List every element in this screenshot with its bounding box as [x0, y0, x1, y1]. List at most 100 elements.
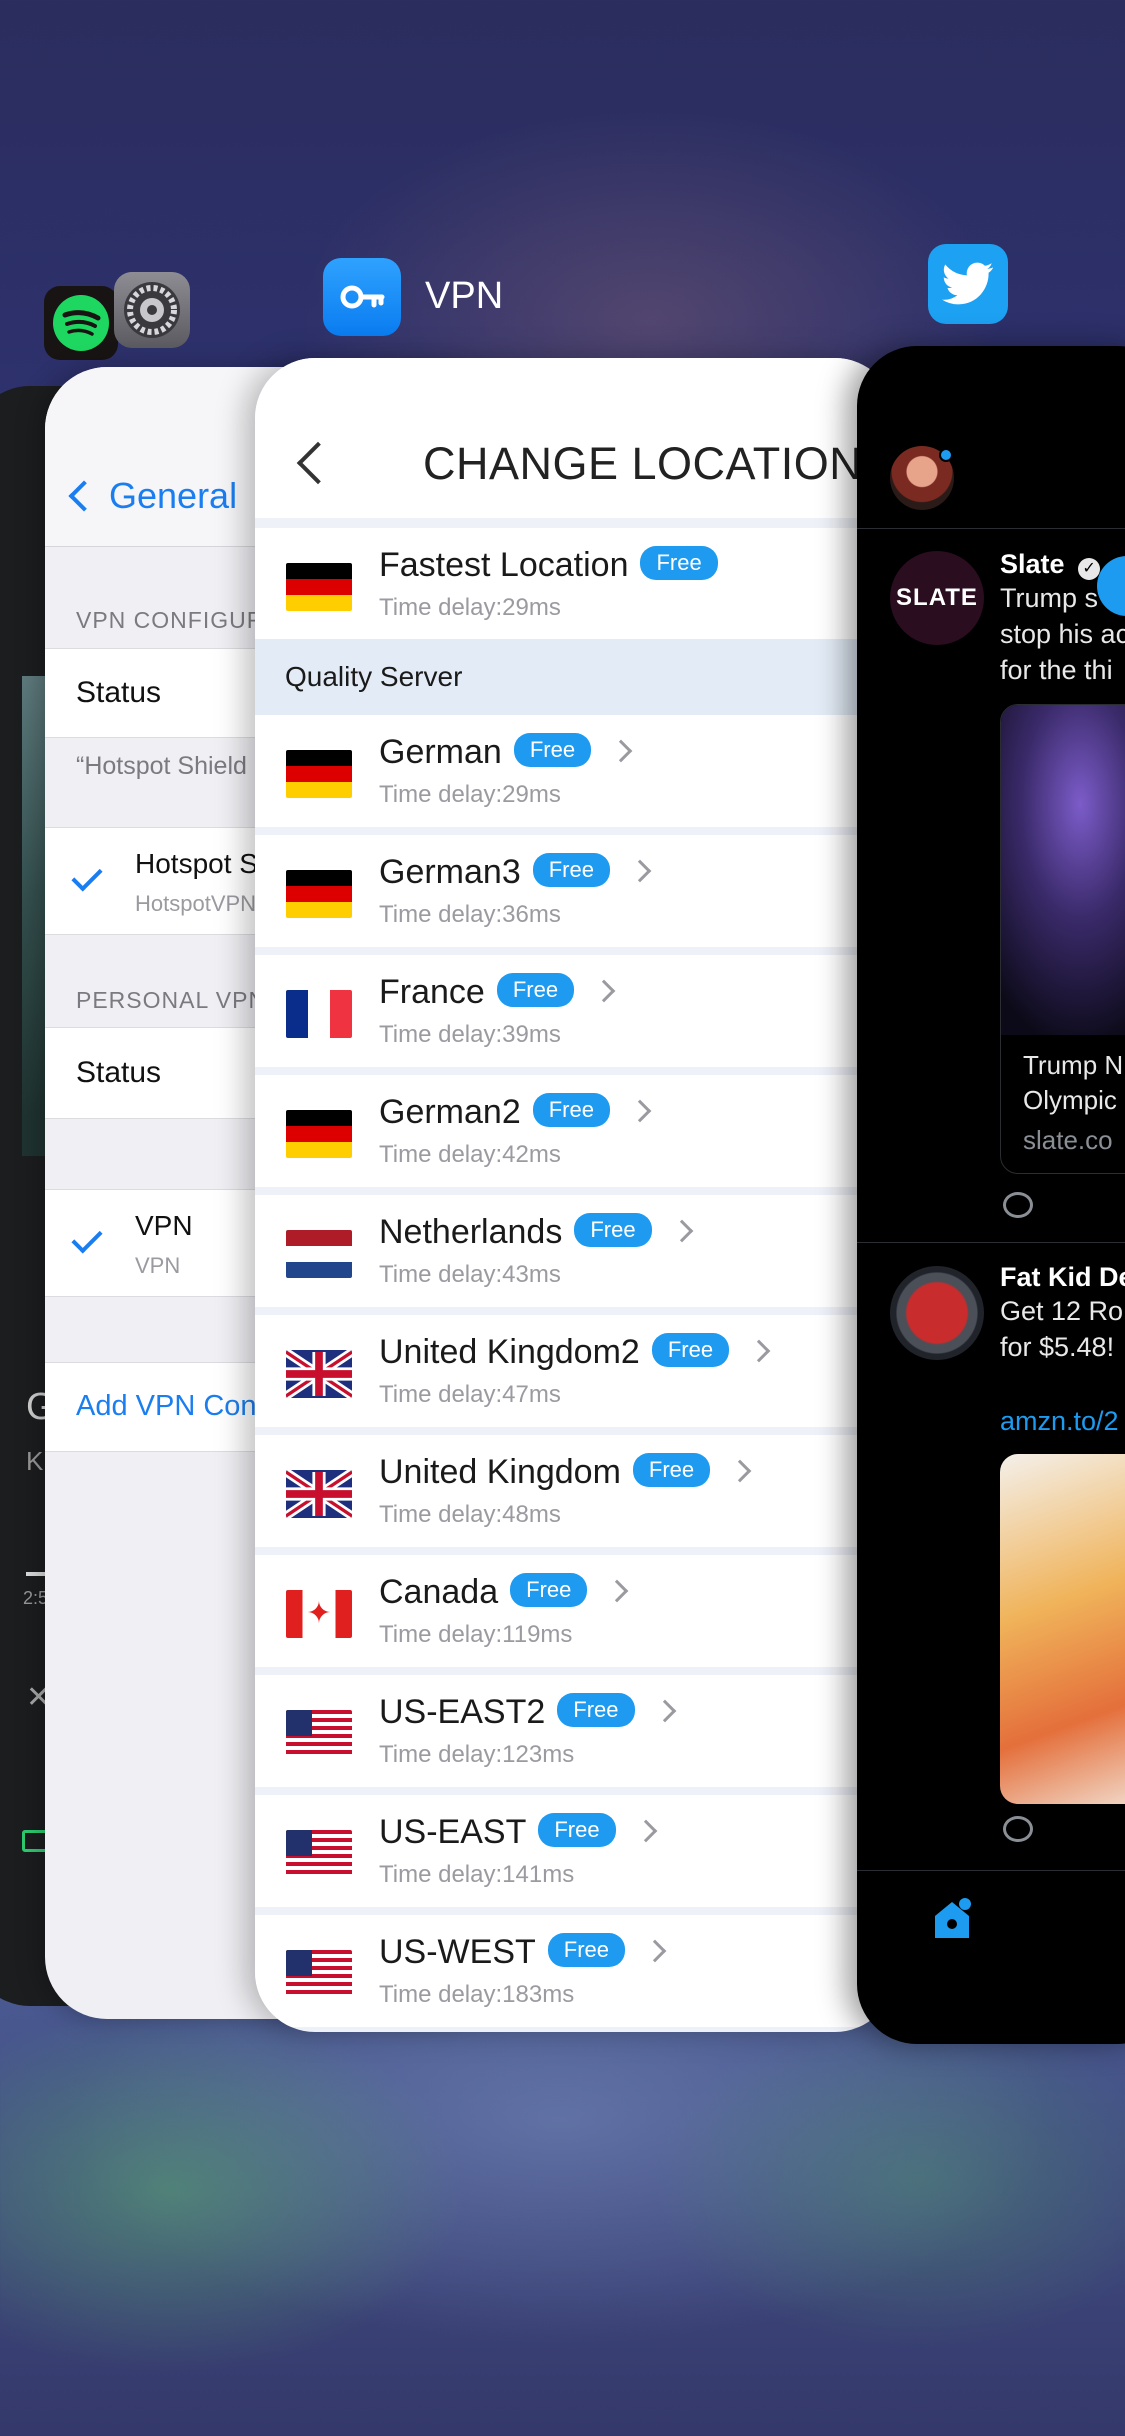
location-row[interactable]: German2 Free Time delay:42ms	[255, 1075, 895, 1187]
back-chevron-icon[interactable]	[296, 441, 340, 485]
free-badge: Free	[532, 853, 610, 888]
flag-ca-icon: ✦	[286, 1590, 352, 1638]
location-name-text: United Kingdom2	[379, 1333, 640, 1371]
location-row[interactable]: France Free Time delay:39ms	[255, 955, 895, 1067]
home-icon	[935, 1898, 971, 1938]
tweet-divider	[857, 1242, 1125, 1243]
flag-us-icon	[286, 1950, 352, 1998]
vpn-app-card[interactable]: CHANGE LOCATION Fastest Location Free Tim…	[255, 358, 895, 2032]
twitter-app-card[interactable]: SLATE Slate ✓ Trump s stop his ac for th…	[857, 346, 1125, 2044]
free-badge: Free	[510, 1573, 588, 1608]
add-vpn-configuration-link[interactable]: Add VPN Con	[76, 1390, 257, 1423]
vpn-configurations-header: VPN CONFIGUR	[76, 607, 265, 633]
tweet-text-line: Trump s	[1000, 583, 1099, 613]
location-name-text: US-EAST2	[379, 1693, 546, 1731]
product-image[interactable]	[1000, 1454, 1125, 1804]
link-preview-title: Olympic	[1023, 1085, 1117, 1115]
tweet-text-line: for $5.48!	[1000, 1332, 1115, 1362]
location-name: US-WEST Free	[379, 1933, 667, 1972]
free-badge: Free	[538, 1813, 616, 1848]
back-to-general-button[interactable]: General	[63, 475, 237, 517]
flag-gb-icon	[286, 1470, 352, 1518]
fastest-location-row[interactable]: Fastest Location Free Time delay:29ms	[255, 528, 895, 640]
location-name: Netherlands Free	[379, 1213, 693, 1252]
chevron-right-icon	[592, 979, 616, 1003]
tweet-text-line: for the thi	[1000, 655, 1113, 685]
location-name-text: United Kingdom	[379, 1453, 621, 1491]
chevron-right-icon	[747, 1339, 771, 1363]
chevron-right-icon	[653, 1699, 676, 1723]
flag-fr-icon	[286, 990, 352, 1038]
location-name: German Free	[379, 733, 633, 772]
tweet-link[interactable]: amzn.to/2	[1000, 1406, 1119, 1437]
twitter-bird-icon	[942, 262, 994, 305]
time-delay: Time delay:47ms	[379, 1381, 561, 1408]
location-name-text: German2	[379, 1093, 521, 1131]
link-preview-card[interactable]: Trump N Olympic slate.co	[1000, 704, 1125, 1174]
tweet-author-name[interactable]: Fat Kid De	[1000, 1262, 1125, 1293]
flag-de-icon	[286, 870, 352, 918]
flag-us-icon	[286, 1710, 352, 1758]
section-header-label: Quality Server	[285, 661, 463, 692]
location-row[interactable]: US-EAST Free Time delay:141ms	[255, 1795, 895, 1907]
time-delay: Time delay:123ms	[379, 1741, 575, 1768]
personal-status-label: Status	[76, 1056, 162, 1089]
chevron-left-icon	[68, 480, 100, 512]
time-delay: Time delay:183ms	[379, 1981, 575, 2008]
reply-icon[interactable]	[1003, 1816, 1033, 1842]
chevron-right-icon	[609, 739, 633, 763]
tweet-author[interactable]: Slate ✓	[1000, 549, 1101, 580]
flag-germany-icon	[286, 563, 352, 611]
compose-tweet-button[interactable]	[1097, 556, 1125, 616]
time-delay: Time delay:36ms	[379, 901, 561, 928]
personal-vpn-subtitle: VPN	[135, 1253, 181, 1278]
time-delay: Time delay:141ms	[379, 1861, 575, 1888]
status-label: Status	[76, 676, 162, 709]
location-name-text: US-EAST	[379, 1813, 527, 1851]
spotify-app-icon[interactable]	[44, 286, 118, 360]
fatkid-avatar[interactable]	[890, 1266, 984, 1360]
free-badge: Free	[651, 1333, 730, 1368]
location-name-text: German	[379, 733, 502, 771]
free-badge: Free	[632, 1453, 711, 1488]
hotspot-note: “Hotspot Shield	[76, 752, 247, 780]
location-name-text: Canada	[379, 1573, 499, 1611]
flag-de-icon	[286, 1110, 352, 1158]
link-preview-title: Trump N	[1023, 1050, 1124, 1080]
slate-avatar[interactable]: SLATE	[890, 551, 984, 645]
twitter-app-icon[interactable]	[928, 244, 1008, 324]
location-name: United Kingdom2 Free	[379, 1333, 771, 1372]
chevron-right-icon	[628, 1099, 652, 1123]
location-row[interactable]: US-WEST Free Time delay:183ms	[255, 1915, 895, 2027]
location-row[interactable]: US-EAST2 Free Time delay:123ms	[255, 1675, 895, 1787]
location-name-text: US-WEST	[379, 1933, 536, 1971]
chevron-right-icon	[670, 1219, 693, 1243]
location-row[interactable]: German Free Time delay:29ms	[255, 715, 895, 827]
location-row[interactable]: ✦ Canada Free Time delay:119ms	[255, 1555, 895, 1667]
checkmark-icon	[71, 1222, 103, 1254]
time-delay: Time delay:39ms	[379, 1021, 561, 1048]
free-badge: Free	[532, 1093, 610, 1128]
flag-us-icon	[286, 1830, 352, 1878]
flag-nl-icon	[286, 1230, 352, 1278]
location-row[interactable]: German3 Free Time delay:36ms	[255, 835, 895, 947]
gear-icon	[124, 282, 180, 338]
chevron-right-icon	[634, 1819, 657, 1843]
checkmark-icon	[71, 860, 103, 892]
quality-server-section-header: Quality Server	[255, 639, 895, 715]
reply-icon[interactable]	[1003, 1192, 1033, 1218]
time-delay: Time delay:42ms	[379, 1141, 561, 1168]
location-row[interactable]: United Kingdom Free Time delay:48ms	[255, 1435, 895, 1547]
settings-app-icon[interactable]	[114, 272, 190, 348]
location-name-text: France	[379, 973, 485, 1011]
key-icon	[340, 285, 385, 309]
vpn-app-icon[interactable]	[323, 258, 401, 336]
chevron-right-icon	[643, 1939, 667, 1963]
location-row[interactable]: Netherlands Free Time delay:43ms	[255, 1195, 895, 1307]
free-badge: Free	[547, 1933, 626, 1968]
vpn-nav-bar: CHANGE LOCATION	[255, 358, 895, 518]
free-badge: Free	[513, 733, 592, 768]
location-row[interactable]: United Kingdom2 Free Time delay:47ms	[255, 1315, 895, 1427]
home-tab[interactable]	[927, 1894, 977, 1949]
tab-bar-divider	[857, 1870, 1125, 1871]
